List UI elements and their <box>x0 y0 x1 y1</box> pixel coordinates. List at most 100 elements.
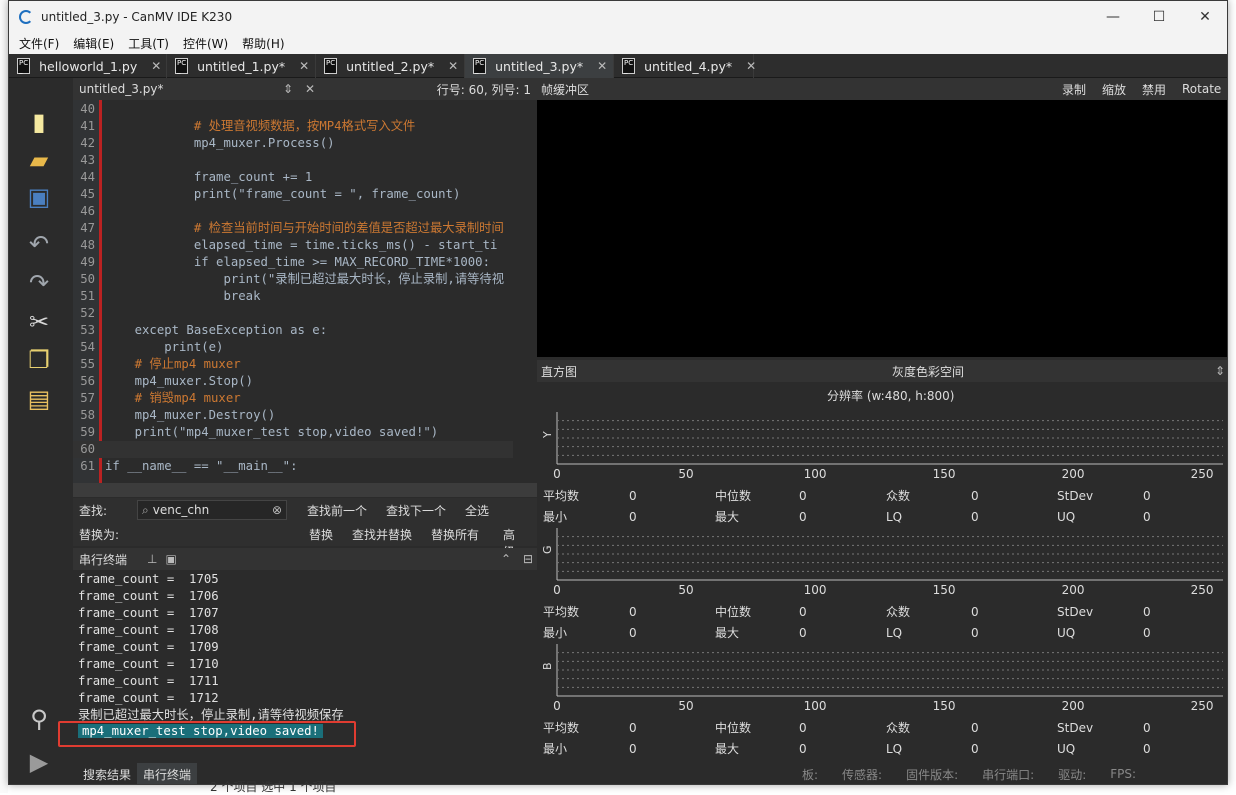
serial-scrollbar[interactable] <box>525 570 537 748</box>
tab-serial-terminal[interactable]: 串行终端 <box>137 762 198 784</box>
stat-cell: UQ <box>1057 510 1075 524</box>
save-log-icon[interactable]: ▣ <box>165 552 176 566</box>
code-line: 45 print("frame_count = ", frame_count) <box>73 186 513 203</box>
title-bar: untitled_3.py - CanMV IDE K230 — ☐ ✕ <box>9 1 1227 33</box>
file-selector[interactable]: untitled_3.py* <box>79 82 163 96</box>
close-tab-icon[interactable]: ✕ <box>448 59 458 73</box>
file-selector-arrows-icon[interactable]: ⇕ <box>283 82 293 96</box>
stat-cell: 0 <box>799 626 807 640</box>
menu-help[interactable]: 帮助(H) <box>242 35 284 52</box>
editor-vertical-scrollbar[interactable] <box>525 100 537 483</box>
close-tab-icon[interactable]: ✕ <box>151 59 161 73</box>
line-number: 43 <box>80 153 95 167</box>
line-number: 61 <box>80 459 95 473</box>
channel-label: G <box>541 545 554 554</box>
record-button[interactable]: 录制 <box>1062 81 1086 98</box>
close-editor-icon[interactable]: ✕ <box>305 82 315 96</box>
code-editor[interactable]: 40 41 # 处理音视频数据，按MP4格式写入文件 42 mp4_muxer.Pr… <box>73 100 537 483</box>
histogram-tick-label: 150 <box>933 583 956 597</box>
replace-all-button[interactable]: 替换所有 <box>431 526 479 543</box>
file-tab-untitled-3[interactable]: PC _ untitled_3.py* ✕ <box>465 54 614 78</box>
status-bar: 板: 传感器: 固件版本: 串行端口: 驱动: FPS: <box>537 763 1227 784</box>
run-icon[interactable]: ▶ <box>23 746 55 778</box>
find-replace-button[interactable]: 查找并替换 <box>352 526 412 543</box>
minimize-icon[interactable]: — <box>1090 1 1136 33</box>
framebuffer-title: 帧缓冲区 <box>541 82 590 97</box>
maximize-icon[interactable]: ☐ <box>1136 1 1182 33</box>
close-icon[interactable]: ✕ <box>1182 1 1227 33</box>
stat-cell: 中位数 <box>715 720 751 735</box>
colorspace-dropdown-icon[interactable]: ⇕ <box>1215 364 1225 378</box>
code-text: print("frame_count = ", frame_count) <box>105 187 461 201</box>
colorspace-select[interactable]: 灰度色彩空间 <box>892 363 964 380</box>
find-input[interactable]: ⌕ venc_chn ⊗ <box>137 500 287 520</box>
paste-icon[interactable]: ▤ <box>23 383 55 415</box>
serial-line: frame_count = 1710 <box>78 657 219 671</box>
editor-horizontal-scrollbar[interactable] <box>73 483 537 497</box>
new-file-icon[interactable]: ▮ <box>23 106 55 138</box>
line-number: 49 <box>80 255 95 269</box>
close-tab-icon[interactable]: ✕ <box>299 59 309 73</box>
tab-search-results[interactable]: 搜索结果 <box>77 763 137 785</box>
undo-icon[interactable]: ↶ <box>23 228 55 260</box>
line-number: 57 <box>80 391 95 405</box>
cursor-position: 行号: 60, 列号: 1 <box>436 82 531 97</box>
framebuffer-view <box>537 100 1227 357</box>
serial-line: frame_count = 1706 <box>78 589 219 603</box>
histogram-tick-label: 250 <box>1191 467 1214 481</box>
code-text: # 处理音视频数据，按MP4格式写入文件 <box>105 119 416 133</box>
cut-icon[interactable]: ✂ <box>23 306 55 338</box>
serial-terminal-header: 串行终端 ⊥ ▣ ⌃ ⊟ <box>73 548 537 570</box>
histogram-tick-label: 100 <box>804 583 827 597</box>
maximize-panel-icon[interactable]: ⊟ <box>523 552 533 566</box>
menu-widgets[interactable]: 控件(W) <box>183 35 228 52</box>
menu-edit[interactable]: 编辑(E) <box>73 35 114 52</box>
replace-button[interactable]: 替换 <box>309 526 333 543</box>
code-text: print(e) <box>105 340 224 354</box>
file-tab-untitled-2[interactable]: PC _ untitled_2.py* ✕ <box>316 54 465 78</box>
clear-icon[interactable]: ⊗ <box>272 503 282 517</box>
file-tab-untitled-4[interactable]: PC _ untitled_4.py* ✕ <box>614 54 756 78</box>
desktop-left-strip <box>0 0 8 793</box>
histogram-tick-label: 250 <box>1191 583 1214 597</box>
open-folder-icon[interactable]: ▰ <box>23 144 55 176</box>
zoom-button[interactable]: 缩放 <box>1102 81 1126 98</box>
find-prev-button[interactable]: 查找前一个 <box>307 502 367 519</box>
stat-cell: StDev <box>1057 605 1093 619</box>
select-all-button[interactable]: 全选 <box>465 502 489 519</box>
file-tab-label: untitled_3.py* <box>495 58 584 74</box>
stat-cell: 0 <box>799 721 807 735</box>
code-text: print("录制已超过最大时长，停止录制,请等待视 <box>105 272 505 286</box>
editor-header: untitled_3.py* ⇕ ✕ 行号: 60, 列号: 1 <box>73 78 537 100</box>
connect-icon[interactable]: ⚲ <box>23 703 55 735</box>
stat-cell: 0 <box>971 510 979 524</box>
code-line: 60 <box>73 441 513 458</box>
code-line: 54 print(e) <box>73 339 513 356</box>
menu-file[interactable]: 文件(F) <box>19 35 59 52</box>
serial-line: frame_count = 1707 <box>78 606 219 620</box>
code-text: if __name__ == "__main__": <box>105 459 298 473</box>
find-next-button[interactable]: 查找下一个 <box>386 502 446 519</box>
code-text: mp4_muxer.Process() <box>105 136 335 150</box>
file-tab-untitled-1[interactable]: PC _ untitled_1.py* ✕ <box>167 54 316 78</box>
save-icon[interactable]: ▣ <box>23 181 55 213</box>
file-tab-helloworld[interactable]: PC _ helloworld_1.py ✕ <box>9 54 167 78</box>
histogram-tick-label: 250 <box>1191 699 1214 713</box>
menu-tools[interactable]: 工具(T) <box>128 35 169 52</box>
line-number: 59 <box>80 425 95 439</box>
rotate-button[interactable]: Rotate <box>1182 82 1221 96</box>
code-line: 47 # 检查当前时间与开始时间的差值是否超过最大录制时间 <box>73 220 513 237</box>
collapse-icon[interactable]: ⌃ <box>501 552 511 566</box>
stat-cell: 0 <box>1143 721 1151 735</box>
stat-cell: 0 <box>629 510 637 524</box>
stat-cell: LQ <box>886 742 902 756</box>
close-tab-icon[interactable]: ✕ <box>597 59 607 73</box>
find-input-value: venc_chn <box>152 503 210 517</box>
copy-icon[interactable]: ❐ <box>23 344 55 376</box>
disable-button[interactable]: 禁用 <box>1142 81 1166 98</box>
close-tab-icon[interactable]: ✕ <box>746 59 756 73</box>
clear-log-icon[interactable]: ⊥ <box>147 552 157 566</box>
line-number: 56 <box>80 374 95 388</box>
redo-icon[interactable]: ↷ <box>23 267 55 299</box>
status-fps: FPS: <box>1110 767 1137 781</box>
